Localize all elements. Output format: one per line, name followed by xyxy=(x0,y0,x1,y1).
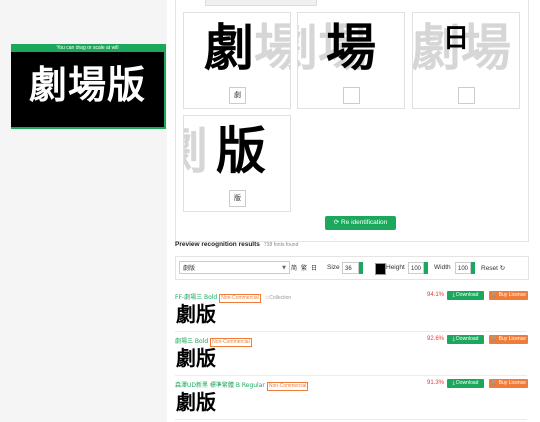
refresh-icon: ⟳ xyxy=(333,219,340,226)
buy-license-button[interactable]: 🛒 Buy License xyxy=(489,379,528,388)
re-identification-button[interactable]: ⟳ Re identification xyxy=(325,216,396,230)
segment-image: 劇 版 xyxy=(184,116,290,186)
re-identification-label: Re identification xyxy=(341,219,388,226)
preview-text-value: 劇版 xyxy=(183,265,196,272)
height-input[interactable]: 100 xyxy=(408,262,424,274)
reset-icon: ↻ xyxy=(499,265,506,272)
color-picker[interactable] xyxy=(375,263,386,275)
segment-card[interactable]: 劇 版 版 xyxy=(183,115,291,212)
height-label: Height xyxy=(386,264,405,271)
font-name[interactable]: 劇場三 Bold xyxy=(175,338,208,345)
segment-image: 劇場 劇 xyxy=(184,13,290,83)
results-header: Preview recognition results 738 fonts fou… xyxy=(175,241,298,248)
font-sample: 劇版 xyxy=(176,390,216,414)
segmentation-frame: 劇場 劇 劇 劇場 場 劇場 日 劇 版 版 xyxy=(175,0,529,242)
width-stepper[interactable] xyxy=(471,262,475,274)
font-name[interactable]: 森澤UD新黑 標準繁體 B Regular xyxy=(175,382,265,389)
segment-glyph: 劇 xyxy=(204,19,254,77)
download-label: Download xyxy=(456,336,479,342)
license-badge: Non-Commercial xyxy=(219,294,261,303)
segment-char-input[interactable]: 劇 xyxy=(229,87,246,104)
size-label: Size xyxy=(327,264,340,271)
drag-preview-panel[interactable]: You can drag or scale at will 劇場版 xyxy=(11,44,166,129)
width-label: Width xyxy=(434,264,451,271)
segment-glyph: 日 xyxy=(443,24,470,54)
segment-glyph: 場 xyxy=(326,19,376,77)
size-input[interactable]: 36 xyxy=(342,262,359,274)
collection-link[interactable]: ☆Collection xyxy=(265,295,291,301)
reset-button[interactable]: Reset ↻ xyxy=(481,264,505,272)
download-label: Download xyxy=(456,292,479,298)
collection-label: Collection xyxy=(269,295,292,301)
reset-label: Reset xyxy=(481,265,498,272)
segment-char-input[interactable] xyxy=(343,87,360,104)
main-panel: 劇場 劇 劇 劇場 場 劇場 日 劇 版 版 xyxy=(167,0,540,422)
font-result-row[interactable]: FF-劇場三 Bold Non-Commercial ☆Collection 94.… xyxy=(175,288,528,332)
font-sample: 劇版 xyxy=(176,346,216,370)
japanese-toggle[interactable]: 日 xyxy=(311,263,317,272)
match-score: 92.6% xyxy=(427,336,445,342)
preview-text[interactable]: 劇場版 xyxy=(11,52,164,118)
segment-char-input[interactable] xyxy=(458,87,475,104)
buy-license-button[interactable]: 🛒 Buy License xyxy=(489,335,528,344)
preview-text-input[interactable]: 劇版 ▼ xyxy=(179,261,290,274)
segment-char-input[interactable]: 版 xyxy=(229,190,246,207)
match-score: 94.1% xyxy=(427,292,445,298)
download-label: Download xyxy=(456,380,479,386)
font-result-row[interactable]: 森澤UD新黑 標準繁體 B Regular Non-Commercial 91.3… xyxy=(175,376,528,420)
size-stepper[interactable] xyxy=(359,262,363,274)
match-score: 91.3% xyxy=(427,380,445,386)
segment-card[interactable]: 劇場 劇 劇 xyxy=(183,12,291,109)
buy-license-label: Buy License xyxy=(498,380,526,386)
license-badge: Non-Commercial xyxy=(266,382,309,391)
simplified-toggle[interactable]: 简 xyxy=(291,263,297,272)
download-button[interactable]: ⤓ Download xyxy=(447,335,484,344)
buy-license-button[interactable]: 🛒 Buy License xyxy=(489,291,528,300)
segment-card[interactable]: 劇場 場 xyxy=(297,12,405,109)
results-count: 738 fonts found xyxy=(263,242,299,248)
traditional-toggle[interactable]: 繁 xyxy=(301,263,307,272)
font-result-row[interactable]: 劇場三 Bold Non-Commercial 92.6% ⤓ Download … xyxy=(175,332,528,376)
download-button[interactable]: ⤓ Download xyxy=(447,379,484,388)
width-input[interactable]: 100 xyxy=(455,262,471,274)
font-sample: 劇版 xyxy=(176,302,216,326)
font-name[interactable]: FF-劇場三 Bold xyxy=(175,294,217,301)
buy-license-label: Buy License xyxy=(498,292,526,298)
segment-card[interactable]: 劇場 日 xyxy=(412,12,520,109)
segment-ghost-glyphs: 劇 xyxy=(184,122,208,180)
segment-glyph: 版 xyxy=(216,122,266,180)
segment-image: 劇場 日 xyxy=(413,13,519,83)
chevron-down-icon[interactable]: ▼ xyxy=(282,262,286,275)
results-title: Preview recognition results xyxy=(175,241,260,248)
buy-license-label: Buy License xyxy=(498,336,526,342)
segment-image: 劇場 場 xyxy=(298,13,404,83)
height-stepper[interactable] xyxy=(424,262,428,274)
download-button[interactable]: ⤓ Download xyxy=(447,291,484,300)
license-badge: Non-Commercial xyxy=(210,338,252,347)
preview-toolbar: 劇版 ▼ 简 繁 日 Size 36 Height 100 Width 100 … xyxy=(175,256,529,280)
drag-hint-banner: You can drag or scale at will xyxy=(11,44,164,52)
